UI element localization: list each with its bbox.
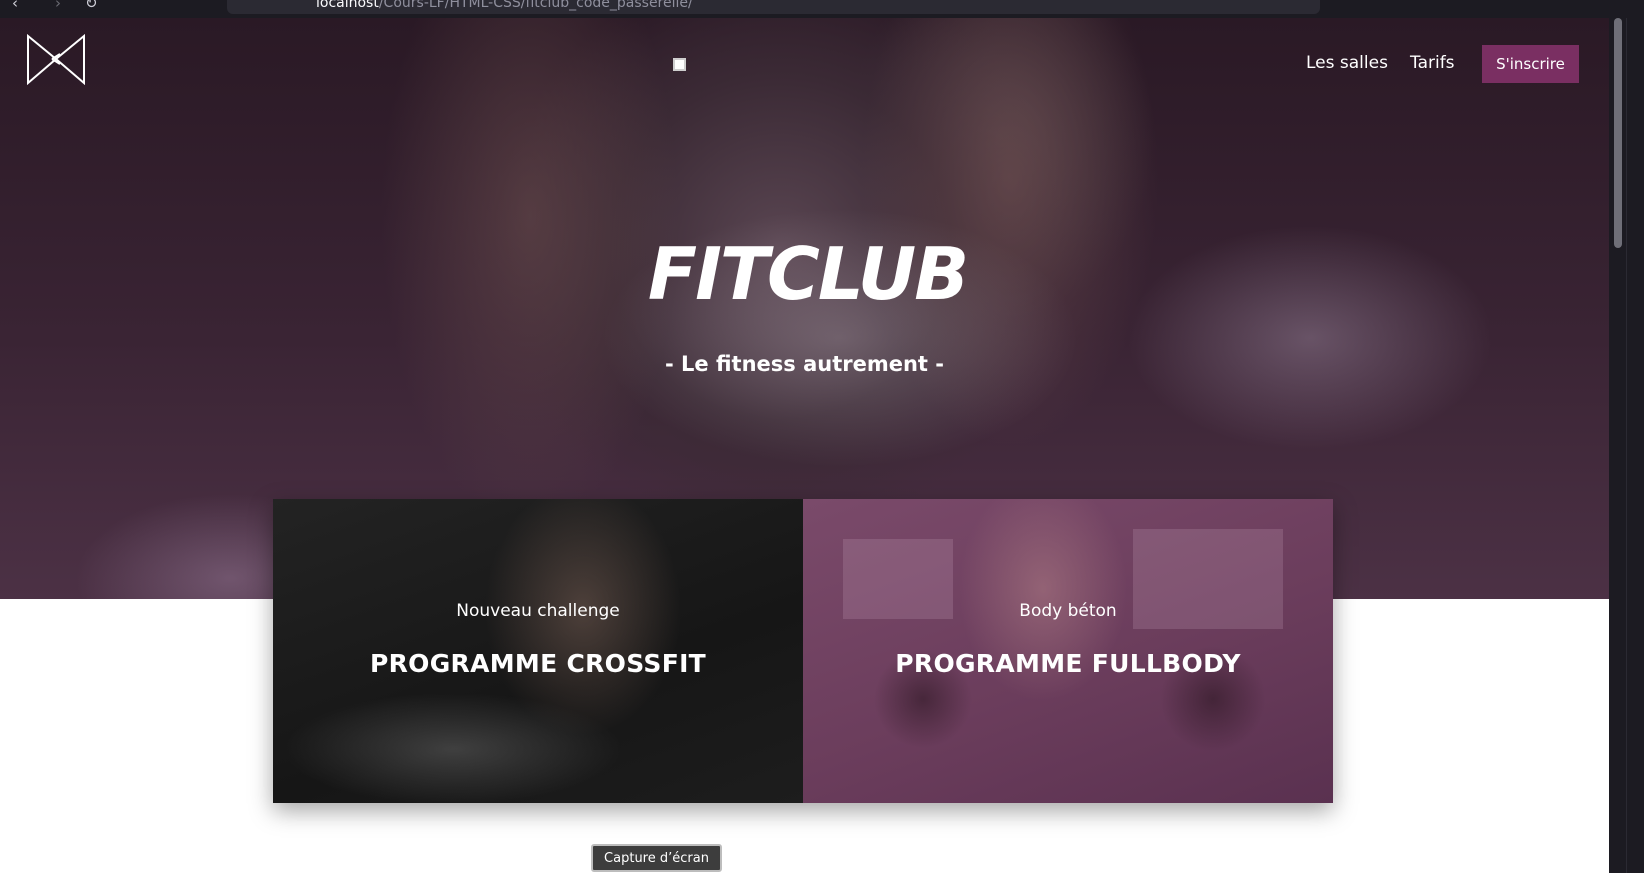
nav-toggle-checkbox[interactable]	[673, 58, 686, 71]
browser-toolbar: ‹ › ↻ localhost/Cours-LF/HTML-CSS/fitclu…	[0, 0, 1644, 18]
scrollbar-thumb[interactable]	[1614, 18, 1622, 248]
sidebar-strip	[1626, 18, 1644, 873]
program-card-title: PROGRAMME FULLBODY	[895, 649, 1241, 678]
reload-icon[interactable]: ↻	[85, 0, 98, 12]
program-cards: Nouveau challenge PROGRAMME CROSSFIT Bod…	[273, 499, 1333, 803]
nav-link-salles[interactable]: Les salles	[1306, 53, 1388, 73]
screenshot-button[interactable]: Capture d’écran	[591, 844, 722, 872]
signup-button[interactable]: S'inscrire	[1482, 45, 1579, 83]
program-card-title: PROGRAMME CROSSFIT	[369, 649, 707, 678]
program-card-kicker: Body béton	[1019, 601, 1117, 621]
back-icon[interactable]: ‹	[12, 0, 18, 12]
hero-title: FITCLUB	[647, 232, 969, 316]
program-card-crossfit[interactable]: Nouveau challenge PROGRAMME CROSSFIT	[273, 499, 803, 803]
url-text[interactable]: localhost/Cours-LF/HTML-CSS/fitclub_code…	[316, 0, 693, 11]
program-card-fullbody[interactable]: Body béton PROGRAMME FULLBODY	[803, 499, 1333, 803]
nav-link-tarifs[interactable]: Tarifs	[1410, 53, 1455, 73]
fitclub-logo-icon[interactable]	[26, 34, 86, 85]
forward-icon[interactable]: ›	[55, 0, 61, 12]
hero-subtitle: - Le fitness autrement -	[665, 352, 944, 376]
program-card-kicker: Nouveau challenge	[456, 601, 620, 621]
